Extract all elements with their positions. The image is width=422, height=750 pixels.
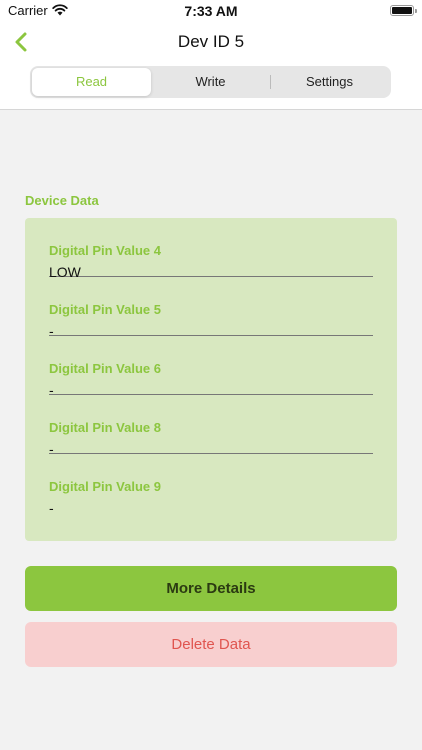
field-pin-6: Digital Pin Value 6 - [49, 336, 373, 398]
status-time: 7:33 AM [184, 3, 238, 19]
device-data-card: Digital Pin Value 4 LOW Digital Pin Valu… [25, 218, 397, 541]
field-label: Digital Pin Value 5 [49, 302, 161, 317]
tab-write[interactable]: Write [151, 68, 270, 96]
field-label: Digital Pin Value 8 [49, 420, 161, 435]
segmented-control: Read Write Settings [30, 66, 391, 98]
field-label: Digital Pin Value 4 [49, 243, 161, 258]
navigation-bar: Dev ID 5 Read Write Settings [0, 24, 422, 110]
tab-settings[interactable]: Settings [270, 68, 389, 96]
field-pin-5: Digital Pin Value 5 - [49, 277, 373, 339]
field-pin-9: Digital Pin Value 9 - [49, 454, 373, 516]
segment-divider [270, 75, 271, 89]
field-value: - [49, 500, 54, 516]
field-pin-8: Digital Pin Value 8 - [49, 395, 373, 457]
delete-data-button[interactable]: Delete Data [25, 622, 397, 667]
status-bar: Carrier 7:33 AM [0, 0, 422, 24]
battery-icon [390, 5, 417, 16]
more-details-button[interactable]: More Details [25, 566, 397, 611]
tab-read[interactable]: Read [32, 68, 151, 96]
field-label: Digital Pin Value 6 [49, 361, 161, 376]
page-title: Dev ID 5 [177, 32, 245, 51]
section-title: Device Data [25, 193, 99, 208]
tab-settings-label: Settings [306, 74, 353, 89]
field-label: Digital Pin Value 9 [49, 479, 161, 494]
field-pin-4: Digital Pin Value 4 LOW [49, 218, 373, 280]
